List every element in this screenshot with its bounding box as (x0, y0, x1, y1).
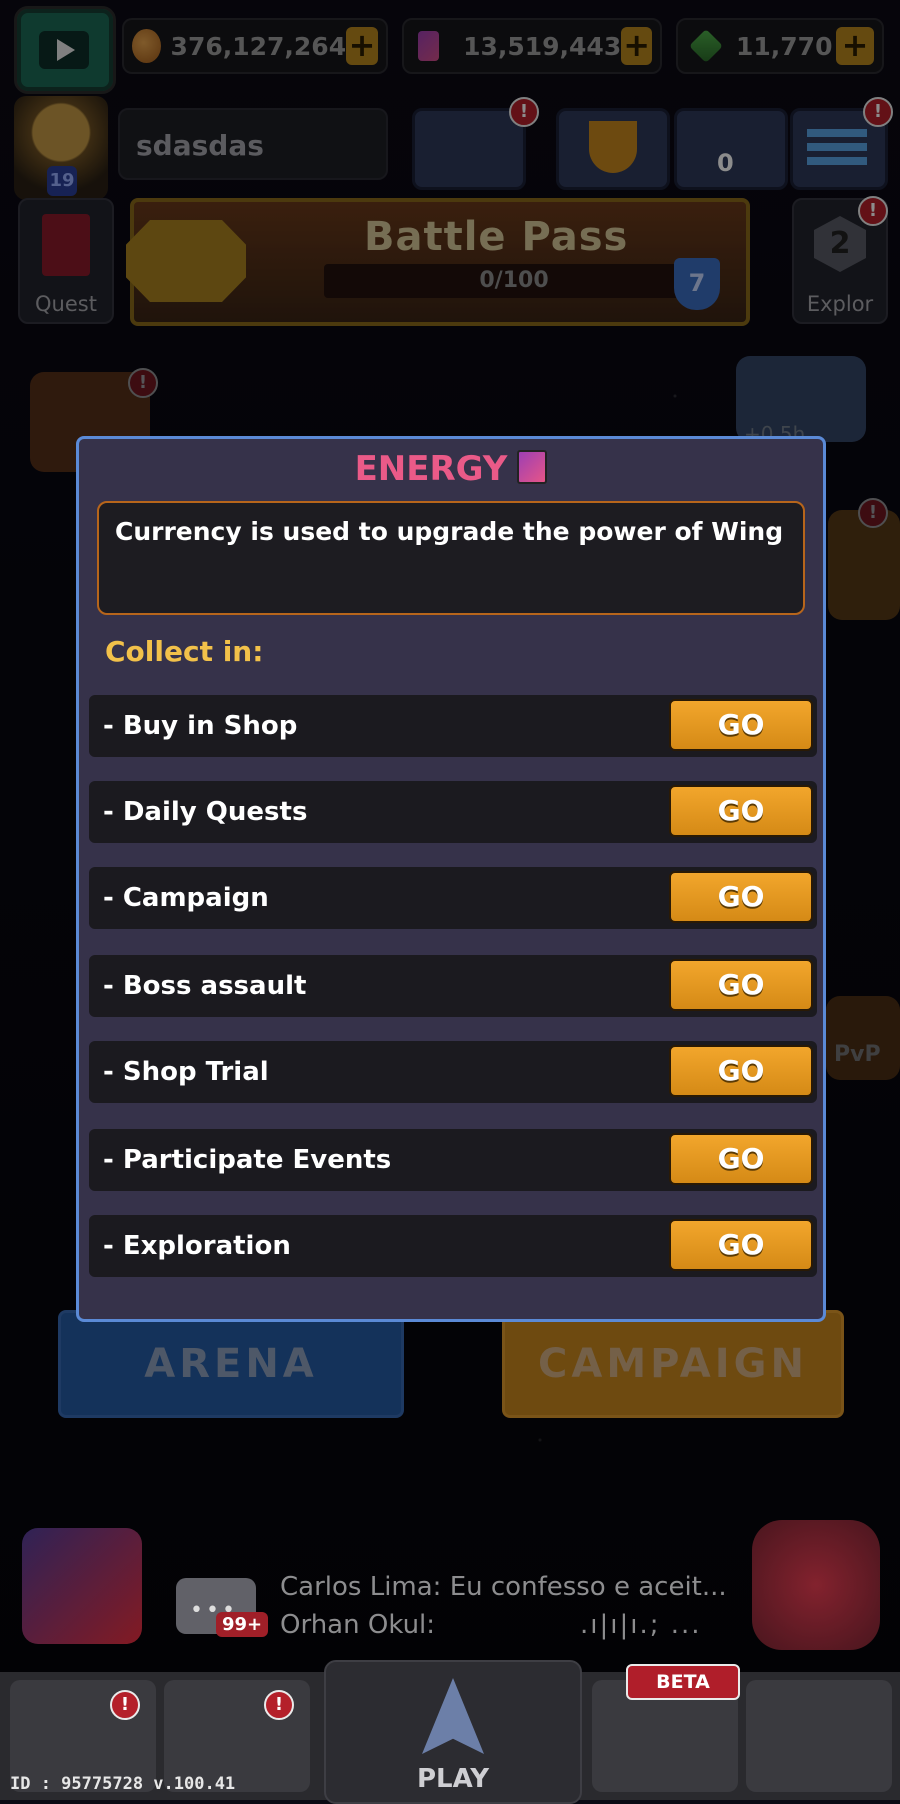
source-label: - Exploration (103, 1231, 291, 1261)
spaceship-icon (422, 1678, 484, 1754)
source-label: - Participate Events (103, 1145, 392, 1175)
source-row-boss-assault: - Boss assault GO (89, 955, 817, 1017)
collect-in-label: Collect in: (105, 635, 264, 668)
source-row-participate-events: - Participate Events GO (89, 1129, 817, 1191)
alert-badge: ! (264, 1690, 294, 1720)
go-button-exploration[interactable]: GO (669, 1219, 813, 1271)
alert-badge: ! (110, 1690, 140, 1720)
chat-message-2-extra: .ı|ı|ı.; ... (580, 1610, 702, 1640)
campaign-button[interactable]: CAMPAIGN (502, 1310, 844, 1418)
source-row-shop-trial: - Shop Trial GO (89, 1041, 817, 1103)
chat-unread-count: 99+ (216, 1612, 269, 1637)
source-label: - Buy in Shop (103, 711, 298, 741)
modal-title: ENERGY (354, 449, 508, 489)
source-label: - Daily Quests (103, 797, 308, 827)
beta-badge: BETA (626, 1664, 740, 1700)
modal-description: Currency is used to upgrade the power of… (97, 501, 805, 615)
chat-message-2[interactable]: Orhan Okul: (280, 1610, 435, 1640)
energy-info-modal: ENERGY Currency is used to upgrade the p… (76, 436, 826, 1322)
source-label: - Boss assault (103, 971, 307, 1001)
player-id-version: ID : 95775728 v.100.41 (10, 1774, 236, 1794)
go-button-boss-assault[interactable]: GO (669, 959, 813, 1011)
source-row-exploration: - Exploration GO (89, 1215, 817, 1277)
go-button-daily-quests[interactable]: GO (669, 785, 813, 837)
source-row-buy-in-shop: - Buy in Shop GO (89, 695, 817, 757)
modal-title-row: ENERGY (79, 449, 823, 489)
go-button-buy-in-shop[interactable]: GO (669, 699, 813, 751)
nav-play-button[interactable]: PLAY (324, 1660, 582, 1804)
energy-icon (517, 450, 548, 484)
nav-squad-button[interactable] (746, 1680, 892, 1792)
chat-message-1[interactable]: Carlos Lima: Eu confesso e aceit... (280, 1572, 727, 1602)
source-label: - Shop Trial (103, 1057, 269, 1087)
go-button-campaign[interactable]: GO (669, 871, 813, 923)
source-row-campaign: - Campaign GO (89, 867, 817, 929)
happy-birthday-event-icon[interactable] (752, 1520, 880, 1650)
source-label: - Campaign (103, 883, 269, 913)
play-label: PLAY (416, 1764, 490, 1794)
source-row-daily-quests: - Daily Quests GO (89, 781, 817, 843)
go-button-shop-trial[interactable]: GO (669, 1045, 813, 1097)
go-button-participate-events[interactable]: GO (669, 1133, 813, 1185)
gift-chest-icon[interactable] (22, 1528, 142, 1644)
arena-button[interactable]: ARENA (58, 1310, 404, 1418)
